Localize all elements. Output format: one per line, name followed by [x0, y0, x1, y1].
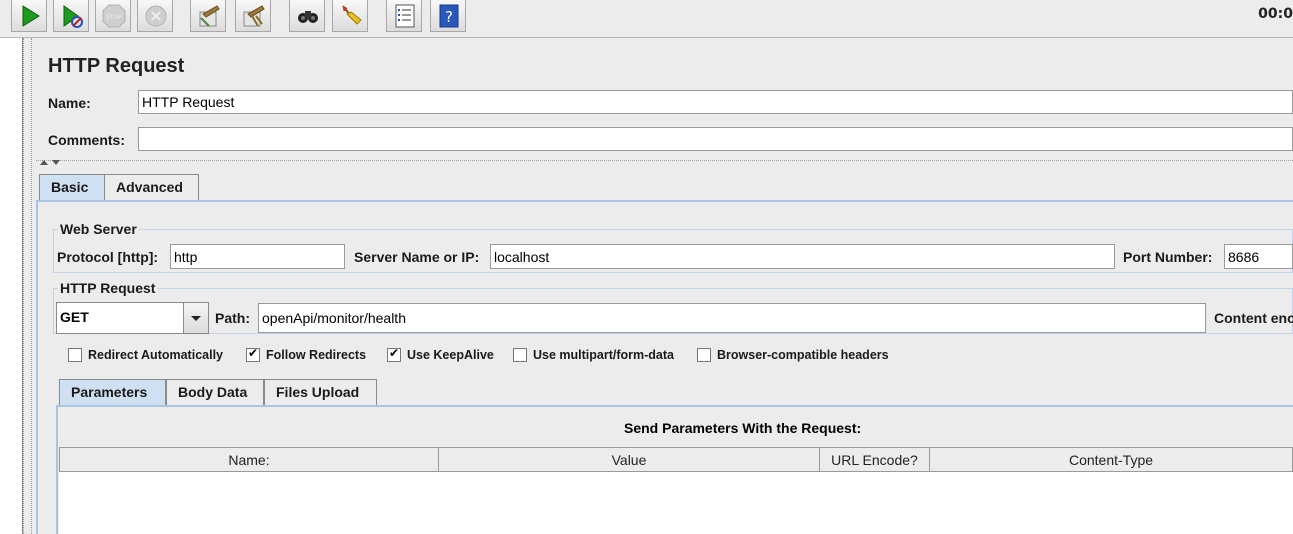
- comments-field[interactable]: [138, 127, 1293, 151]
- method-dropdown-arrow[interactable]: [183, 303, 208, 333]
- parameters-table-body[interactable]: [59, 472, 1293, 534]
- clear-all-button[interactable]: [235, 0, 271, 32]
- function-helper-button[interactable]: [386, 0, 422, 32]
- help-icon: ?: [439, 4, 459, 28]
- option-label: Redirect Automatically: [88, 348, 223, 362]
- checkbox-box[interactable]: [387, 346, 401, 362]
- tab-advanced[interactable]: Advanced: [104, 174, 199, 200]
- tree-panel-edge: [0, 38, 23, 534]
- start-no-pauses-icon: [63, 5, 83, 28]
- use-multipart-checkbox[interactable]: Use multipart/form-data: [513, 348, 674, 362]
- port-field[interactable]: [1224, 244, 1293, 269]
- function-helper-list-icon: [395, 4, 415, 28]
- browser-compatible-headers-checkbox[interactable]: Browser-compatible headers: [697, 348, 889, 362]
- checkbox-box[interactable]: [246, 346, 260, 362]
- content-encoding-label: Content enc: [1214, 310, 1293, 326]
- parameters-table-title: Send Parameters With the Request:: [624, 420, 862, 436]
- column-header-url-encode[interactable]: URL Encode?: [819, 447, 930, 472]
- tab-panel-border: [36, 200, 1293, 202]
- tab-files-upload[interactable]: Files Upload: [264, 379, 377, 405]
- option-label: Use multipart/form-data: [533, 348, 674, 362]
- column-header-name[interactable]: Name:: [59, 447, 439, 472]
- comments-label: Comments:: [48, 132, 126, 148]
- option-label: Follow Redirects: [266, 348, 367, 362]
- column-header-content-type[interactable]: Content-Type: [929, 447, 1293, 472]
- shutdown-icon: [145, 5, 167, 27]
- use-keepalive-checkbox[interactable]: Use KeepAlive: [387, 346, 494, 362]
- collapse-arrows-icon[interactable]: [38, 158, 64, 166]
- protocol-field[interactable]: [170, 244, 345, 269]
- stop-button[interactable]: STOP: [95, 0, 131, 32]
- page-title: HTTP Request: [48, 55, 185, 77]
- checkbox-box[interactable]: [513, 348, 527, 362]
- http-request-title: HTTP Request: [58, 280, 158, 296]
- checkbox-box[interactable]: [697, 348, 711, 362]
- panel-splitter[interactable]: [23, 38, 32, 534]
- shutdown-button[interactable]: [137, 0, 173, 32]
- reset-search-button[interactable]: [332, 0, 368, 32]
- protocol-label: Protocol [http]:: [57, 249, 159, 265]
- method-select[interactable]: GET: [56, 302, 209, 334]
- follow-redirects-checkbox[interactable]: Follow Redirects: [246, 346, 367, 362]
- path-label: Path:: [215, 310, 250, 326]
- start-no-pauses-button[interactable]: [53, 0, 89, 32]
- clear-button[interactable]: [190, 0, 226, 32]
- server-label: Server Name or IP:: [354, 249, 480, 265]
- name-label: Name:: [48, 95, 91, 111]
- tab-parameters[interactable]: Parameters: [59, 379, 166, 405]
- redirect-automatically-checkbox[interactable]: Redirect Automatically: [68, 348, 223, 362]
- web-server-title: Web Server: [58, 221, 139, 237]
- checkbox-box[interactable]: [68, 348, 82, 362]
- svg-text:?: ?: [445, 8, 453, 26]
- clear-icon: [199, 5, 220, 27]
- tab-body-data[interactable]: Body Data: [166, 379, 264, 405]
- column-header-value[interactable]: Value: [438, 447, 820, 472]
- toolbar: STOP ? 00:0: [0, 0, 1293, 38]
- tab-basic[interactable]: Basic: [39, 174, 105, 200]
- port-label: Port Number:: [1123, 249, 1213, 265]
- path-field[interactable]: [258, 303, 1206, 333]
- option-label: Browser-compatible headers: [717, 348, 889, 362]
- stop-icon: STOP: [102, 4, 126, 28]
- search-binoculars-icon: [298, 11, 318, 23]
- help-button[interactable]: ?: [430, 0, 466, 32]
- option-label: Use KeepAlive: [407, 348, 494, 362]
- search-button[interactable]: [289, 0, 325, 32]
- start-icon: [22, 5, 40, 27]
- svg-text:STOP: STOP: [106, 14, 122, 21]
- name-field[interactable]: [138, 90, 1293, 114]
- header-divider: [36, 160, 1293, 161]
- method-value: GET: [60, 309, 89, 325]
- tab-panel-left-border: [36, 201, 38, 534]
- server-field[interactable]: [490, 244, 1115, 269]
- reset-search-broom-icon: [342, 5, 362, 25]
- clear-all-icon: [243, 5, 265, 27]
- elapsed-timer: 00:0: [1258, 6, 1293, 22]
- start-button[interactable]: [11, 0, 47, 32]
- chevron-down-icon: [191, 316, 201, 321]
